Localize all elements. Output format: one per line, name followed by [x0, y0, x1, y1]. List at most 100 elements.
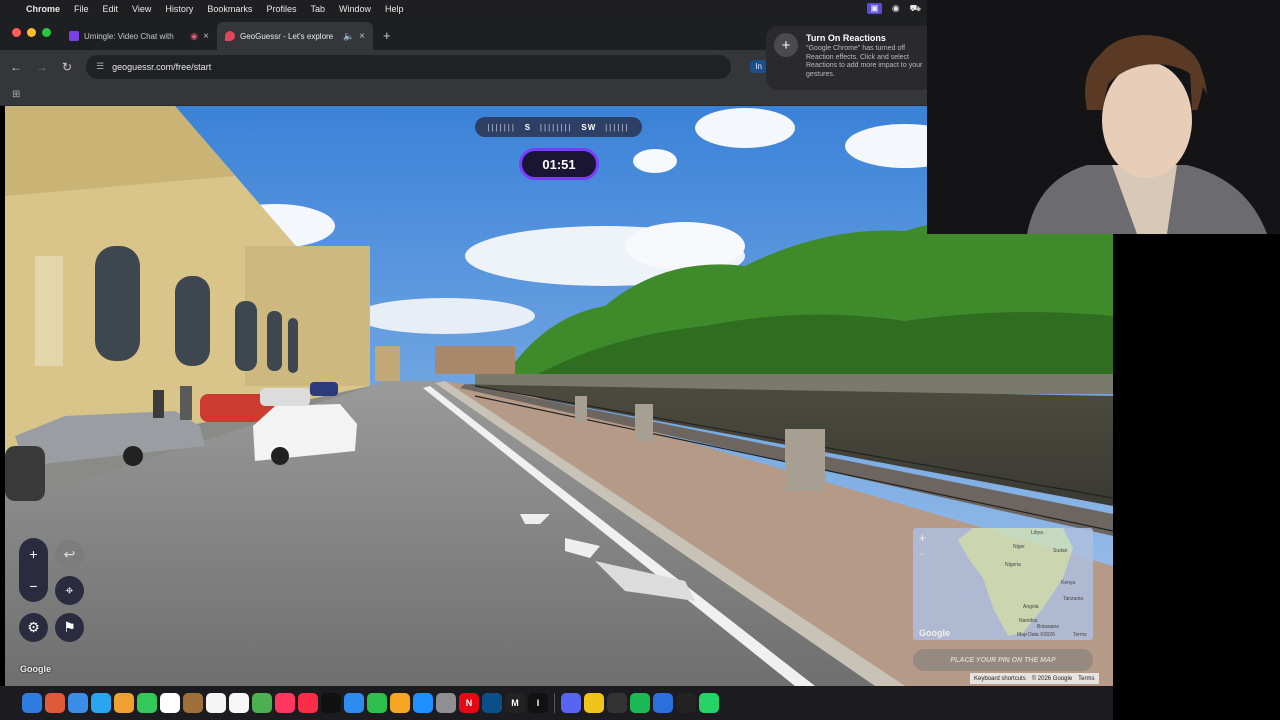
- terms-link[interactable]: Terms: [1078, 676, 1094, 682]
- return-to-start-button[interactable]: ⌖: [55, 576, 84, 605]
- address-bar[interactable]: ☰ geoguessr.com/free/start: [86, 55, 731, 79]
- map-label: Angola: [1023, 604, 1039, 610]
- plus-icon: +: [774, 33, 798, 57]
- undo-icon: ↩: [64, 546, 76, 563]
- compass-ticks: |||||||: [487, 123, 516, 132]
- compass-bar: ||||||| S |||||||| SW ||||||: [475, 117, 642, 137]
- minimap-zoom-out[interactable]: −: [919, 547, 926, 561]
- forward-icon[interactable]: →: [36, 60, 48, 74]
- zoom-out-button[interactable]: −: [29, 578, 37, 594]
- close-tab-icon[interactable]: ×: [359, 31, 365, 42]
- dock-freeform-icon[interactable]: [229, 693, 249, 713]
- dock-music-icon[interactable]: [298, 693, 318, 713]
- menu-help[interactable]: Help: [385, 4, 404, 14]
- dock-reminders-icon[interactable]: [206, 693, 226, 713]
- dock-cursor-icon[interactable]: I: [528, 693, 548, 713]
- undo-move-button[interactable]: ↩: [55, 540, 84, 569]
- apps-grid-icon[interactable]: ⊞: [12, 89, 20, 100]
- back-icon[interactable]: ←: [10, 60, 22, 74]
- compass-south: S: [525, 123, 531, 132]
- new-tab-button[interactable]: +: [373, 28, 401, 50]
- dock-separator: [554, 693, 555, 713]
- dock-maps-icon[interactable]: [252, 693, 272, 713]
- dock-photos-icon[interactable]: [114, 693, 134, 713]
- extension-label: In: [755, 62, 762, 71]
- settings-button[interactable]: ⚙: [19, 613, 48, 642]
- dock-notes-brown-icon[interactable]: [183, 693, 203, 713]
- screen: ||||||| S |||||||| SW |||||| 01:51 + − ↩…: [0, 0, 1280, 720]
- dock-numbers-icon[interactable]: [367, 693, 387, 713]
- recording-icon: ◉: [190, 31, 198, 42]
- dock-launchpad-icon[interactable]: [45, 693, 65, 713]
- umingle-favicon-icon: [69, 31, 79, 41]
- map-label: Botswana: [1037, 624, 1059, 630]
- dock-finder-icon[interactable]: [22, 693, 42, 713]
- notification-title: Turn On Reactions: [806, 33, 928, 43]
- dock-keynote-icon[interactable]: [344, 693, 364, 713]
- compass-southwest: SW: [581, 123, 596, 132]
- dock-activity-monitor-icon[interactable]: [676, 693, 696, 713]
- menu-view[interactable]: View: [132, 4, 151, 14]
- dock-tv-icon[interactable]: [321, 693, 341, 713]
- menu-tab[interactable]: Tab: [310, 4, 325, 14]
- dock-settings-icon[interactable]: [436, 693, 456, 713]
- reload-icon[interactable]: ↻: [62, 60, 72, 74]
- car-icon[interactable]: ⛟: [910, 3, 921, 15]
- zoom-in-button[interactable]: +: [29, 546, 37, 562]
- dock-word-app-icon[interactable]: [482, 693, 502, 713]
- tab-umingle[interactable]: Umingle: Video Chat with ◉ ×: [61, 22, 217, 50]
- map-label: Sudan: [1053, 548, 1067, 554]
- extension-button[interactable]: In: [750, 60, 767, 73]
- minimize-window-button[interactable]: [27, 28, 36, 37]
- dock-discord-icon[interactable]: [561, 693, 581, 713]
- menu-window[interactable]: Window: [339, 4, 371, 14]
- menu-edit[interactable]: Edit: [103, 4, 119, 14]
- speaker-icon[interactable]: 🔈: [343, 31, 354, 42]
- menu-app-name[interactable]: Chrome: [26, 4, 60, 14]
- dock-mail-icon[interactable]: [68, 693, 88, 713]
- close-window-button[interactable]: [12, 28, 21, 37]
- dock-quicktime-icon[interactable]: [653, 693, 673, 713]
- maximize-window-button[interactable]: [42, 28, 51, 37]
- dock-chrome-icon[interactable]: [584, 693, 604, 713]
- dock-spotify-icon[interactable]: [630, 693, 650, 713]
- guess-button[interactable]: PLACE YOUR PIN ON THE MAP: [913, 649, 1093, 671]
- dock-piano-icon[interactable]: [607, 693, 627, 713]
- dock-whatsapp-icon[interactable]: [699, 693, 719, 713]
- window-controls: [0, 28, 61, 50]
- guess-minimap[interactable]: + − Libya Niger Sudan Nigeria Kenya Ango…: [913, 528, 1093, 640]
- minimap-zoom-in[interactable]: +: [919, 531, 926, 545]
- dock-safari-icon[interactable]: [91, 693, 111, 713]
- menu-status-icons: ▣ ◉ ⛟: [867, 3, 927, 15]
- map-copyright: © 2026 Google: [1032, 676, 1072, 682]
- flag-button[interactable]: ⚑: [55, 613, 84, 642]
- tab-geoguessr[interactable]: GeoGuessr - Let's explore 🔈 ×: [217, 22, 373, 50]
- map-label: Nigeria: [1005, 562, 1021, 568]
- reactions-notification[interactable]: + Turn On Reactions "Google Chrome" has …: [766, 26, 928, 90]
- compass-ticks: ||||||||: [540, 123, 573, 132]
- gear-icon: ⚙: [27, 619, 40, 636]
- map-label: Namibia: [1019, 618, 1037, 624]
- site-info-icon[interactable]: ☰: [96, 61, 104, 72]
- dock-medium-icon[interactable]: M: [505, 693, 525, 713]
- dock-calendar-icon[interactable]: [160, 693, 180, 713]
- dock-netflix-icon[interactable]: N: [459, 693, 479, 713]
- minimap-google-logo: Google: [919, 628, 950, 638]
- screen-share-icon[interactable]: ▣: [867, 3, 882, 14]
- dock-news-icon[interactable]: [275, 693, 295, 713]
- keyboard-shortcuts-link[interactable]: Keyboard shortcuts: [974, 676, 1026, 682]
- menu-profiles[interactable]: Profiles: [266, 4, 296, 14]
- google-logo: Google: [20, 664, 51, 674]
- menu-bookmarks[interactable]: Bookmarks: [207, 4, 252, 14]
- menu-history[interactable]: History: [165, 4, 193, 14]
- dock-pages-icon[interactable]: [390, 693, 410, 713]
- dock: N MI: [0, 686, 1113, 720]
- dock-facetime-icon[interactable]: [137, 693, 157, 713]
- play-icon[interactable]: ◉: [892, 3, 900, 14]
- mac-menu-bar: Chrome File Edit View History Bookmarks …: [0, 0, 927, 17]
- close-tab-icon[interactable]: ×: [203, 31, 209, 42]
- menu-file[interactable]: File: [74, 4, 89, 14]
- dock-app-store-icon[interactable]: [413, 693, 433, 713]
- minimap-terms-link[interactable]: Terms: [1073, 632, 1087, 638]
- person-video-image: [927, 0, 1280, 234]
